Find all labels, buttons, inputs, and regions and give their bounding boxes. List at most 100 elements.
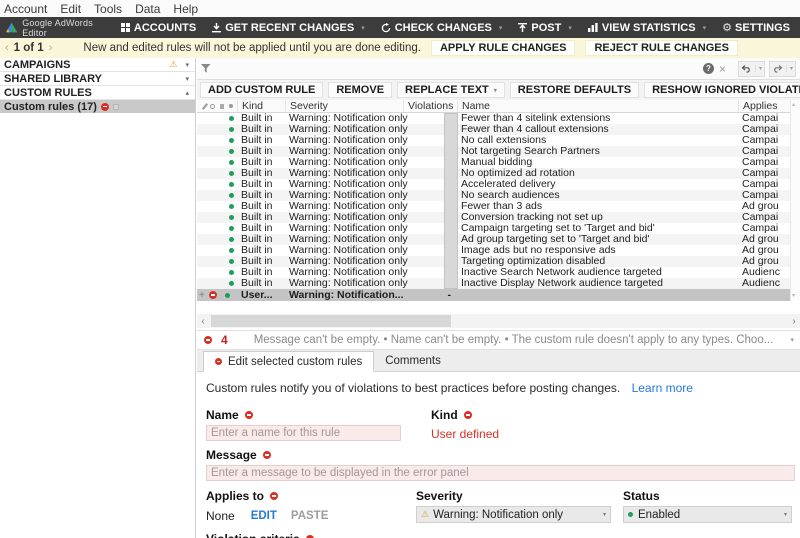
settings-button[interactable]: ⚙ SETTINGS bbox=[722, 21, 790, 34]
menu-account[interactable]: Account bbox=[4, 2, 47, 16]
chevron-down-icon[interactable]: ▾ bbox=[499, 24, 503, 32]
menu-data[interactable]: Data bbox=[135, 2, 160, 16]
rule-applies: Campai bbox=[738, 146, 790, 157]
undo-icon bbox=[741, 64, 752, 73]
next-notice-arrow-icon[interactable]: › bbox=[49, 42, 53, 54]
scroll-right-icon[interactable]: › bbox=[788, 316, 800, 327]
sidebar-section-custom-rules[interactable]: CUSTOM RULES ▴ bbox=[0, 86, 195, 100]
rule-name: No search audiences bbox=[457, 190, 738, 201]
applies-to-edit-link[interactable]: EDIT bbox=[251, 510, 277, 522]
square-status-column-icon[interactable] bbox=[220, 104, 225, 109]
menu-tools[interactable]: Tools bbox=[94, 2, 122, 16]
rules-table-body: Built in Warning: Notification only Fewe… bbox=[197, 113, 800, 289]
menu-edit[interactable]: Edit bbox=[60, 2, 81, 16]
selected-rule-row[interactable]: + User... Warning: Notification... - bbox=[197, 289, 790, 301]
message-field[interactable] bbox=[206, 465, 795, 481]
get-recent-changes-button[interactable]: GET RECENT CHANGES ▾ bbox=[212, 22, 364, 34]
redo-button[interactable]: ▾ bbox=[769, 61, 796, 77]
rule-row[interactable]: Built in Warning: Notification only No c… bbox=[197, 135, 790, 146]
prev-notice-arrow-icon[interactable]: ‹ bbox=[5, 42, 9, 54]
add-custom-rule-button[interactable]: ADD CUSTOM RULE bbox=[200, 82, 323, 98]
chevron-down-icon[interactable]: ▾ bbox=[755, 65, 762, 72]
rule-row[interactable]: Built in Warning: Notification only No s… bbox=[197, 190, 790, 201]
help-icon[interactable]: ? bbox=[703, 63, 714, 74]
column-header-applies[interactable]: Applies bbox=[738, 100, 790, 112]
scrollbar-thumb[interactable] bbox=[211, 315, 451, 327]
name-field[interactable] bbox=[206, 425, 401, 441]
rule-row[interactable]: Built in Warning: Notification only No o… bbox=[197, 168, 790, 179]
sidebar-section-shared-library[interactable]: SHARED LIBRARY ▾ bbox=[0, 72, 195, 86]
rule-row[interactable]: Built in Warning: Notification only Ad g… bbox=[197, 234, 790, 245]
rule-editor-form: Custom rules notify you of violations to… bbox=[197, 372, 800, 538]
rule-row[interactable]: Built in Warning: Notification only Fewe… bbox=[197, 124, 790, 135]
rule-row[interactable]: Built in Warning: Notification only Not … bbox=[197, 146, 790, 157]
violations-column-scrollbar[interactable] bbox=[444, 113, 458, 289]
chevron-down-icon[interactable]: ▾ bbox=[703, 24, 707, 32]
rule-row[interactable]: Built in Warning: Notification only Manu… bbox=[197, 157, 790, 168]
apply-rule-changes-button[interactable]: APPLY RULE CHANGES bbox=[431, 40, 576, 56]
expand-errors-icon[interactable]: ▾ bbox=[790, 336, 794, 344]
column-header-severity[interactable]: Severity bbox=[285, 100, 403, 112]
enabled-dot-icon bbox=[229, 259, 234, 264]
accounts-button[interactable]: ACCOUNTS bbox=[121, 22, 196, 34]
enabled-dot-icon bbox=[229, 116, 234, 121]
rule-row[interactable]: Built in Warning: Notification only Acce… bbox=[197, 179, 790, 190]
error-summary-bar[interactable]: 4 Message can't be empty. • Name can't b… bbox=[197, 330, 800, 350]
remove-button[interactable]: REMOVE bbox=[328, 82, 392, 98]
chevron-down-icon[interactable]: ▾ bbox=[786, 65, 793, 72]
reject-rule-changes-button[interactable]: REJECT RULE CHANGES bbox=[585, 40, 737, 56]
learn-more-link[interactable]: Learn more bbox=[632, 381, 693, 395]
reshow-ignored-violations-button[interactable]: RESHOW IGNORED VIOLATIONS bbox=[644, 82, 800, 98]
column-header-kind[interactable]: Kind bbox=[237, 100, 285, 112]
scroll-up-icon[interactable]: ▴ bbox=[792, 101, 795, 108]
rule-row[interactable]: Built in Warning: Notification only Fewe… bbox=[197, 113, 790, 124]
severity-label: Severity bbox=[416, 489, 463, 503]
scroll-down-icon[interactable]: ▾ bbox=[792, 292, 795, 299]
enabled-dot-icon bbox=[225, 293, 230, 298]
rule-row[interactable]: Built in Warning: Notification only Inac… bbox=[197, 267, 790, 278]
rule-kind: Built in bbox=[237, 212, 285, 223]
rule-row[interactable]: Built in Warning: Notification only Targ… bbox=[197, 256, 790, 267]
edited-status-column-icon[interactable] bbox=[202, 103, 208, 110]
rule-applies: Ad grou bbox=[738, 201, 790, 212]
table-horizontal-scrollbar[interactable]: ‹ › bbox=[197, 314, 800, 328]
scroll-left-icon[interactable]: ‹ bbox=[197, 316, 209, 327]
menu-help[interactable]: Help bbox=[173, 2, 198, 16]
tab-comments[interactable]: Comments bbox=[374, 350, 452, 371]
rule-row[interactable]: Built in Warning: Notification only Conv… bbox=[197, 212, 790, 223]
rule-row[interactable]: Built in Warning: Notification only Imag… bbox=[197, 245, 790, 256]
rule-applies: Ad grou bbox=[738, 245, 790, 256]
rules-filter-bar[interactable]: ? × ▾ ▾ bbox=[197, 58, 800, 80]
sidebar-item-custom-rules[interactable]: Custom rules (17) bbox=[0, 100, 195, 113]
column-header-violations[interactable]: Violations bbox=[403, 100, 457, 112]
status-dropdown[interactable]: Enabled ▾ bbox=[623, 506, 792, 523]
table-vertical-scrollbar[interactable]: ▴ ▾ bbox=[790, 100, 800, 300]
restore-defaults-button[interactable]: RESTORE DEFAULTS bbox=[510, 82, 639, 98]
severity-dropdown[interactable]: ⚠ Warning: Notification only ▾ bbox=[416, 506, 611, 523]
sidebar-section-campaigns[interactable]: CAMPAIGNS ⚠ ▾ bbox=[0, 58, 195, 72]
error-badge-icon bbox=[209, 291, 217, 299]
rule-applies: Audienc bbox=[738, 267, 790, 278]
rule-row[interactable]: Built in Warning: Notification only Inac… bbox=[197, 278, 790, 289]
column-header-name[interactable]: Name bbox=[457, 100, 738, 112]
view-statistics-button[interactable]: VIEW STATISTICS ▾ bbox=[588, 22, 706, 34]
rule-row[interactable]: Built in Warning: Notification only Camp… bbox=[197, 223, 790, 234]
main-toolbar: Google AdWords Editor ACCOUNTS GET RECEN… bbox=[0, 17, 800, 38]
chevron-down-icon[interactable]: ▾ bbox=[568, 24, 572, 32]
enabled-dot-icon bbox=[229, 281, 234, 286]
rule-row[interactable]: Built in Warning: Notification only Fewe… bbox=[197, 201, 790, 212]
rule-applies: Ad grou bbox=[738, 256, 790, 267]
check-changes-button[interactable]: CHECK CHANGES ▾ bbox=[381, 22, 503, 34]
replace-text-button[interactable]: REPLACE TEXT ▾ bbox=[397, 82, 505, 98]
rule-applies: Ad grou bbox=[738, 234, 790, 245]
chevron-down-icon[interactable]: ▾ bbox=[361, 24, 365, 32]
clear-filter-icon[interactable]: × bbox=[719, 62, 726, 76]
applies-to-paste-link[interactable]: PASTE bbox=[291, 510, 329, 522]
tab-edit-selected-custom-rules[interactable]: Edit selected custom rules bbox=[203, 351, 374, 372]
open-panel-icon[interactable] bbox=[113, 104, 119, 110]
post-button[interactable]: POST ▾ bbox=[518, 22, 571, 34]
dot-status-column-icon[interactable] bbox=[229, 104, 233, 108]
redo-icon bbox=[772, 64, 783, 73]
circle-status-column-icon[interactable] bbox=[210, 104, 215, 109]
undo-button[interactable]: ▾ bbox=[738, 61, 765, 77]
